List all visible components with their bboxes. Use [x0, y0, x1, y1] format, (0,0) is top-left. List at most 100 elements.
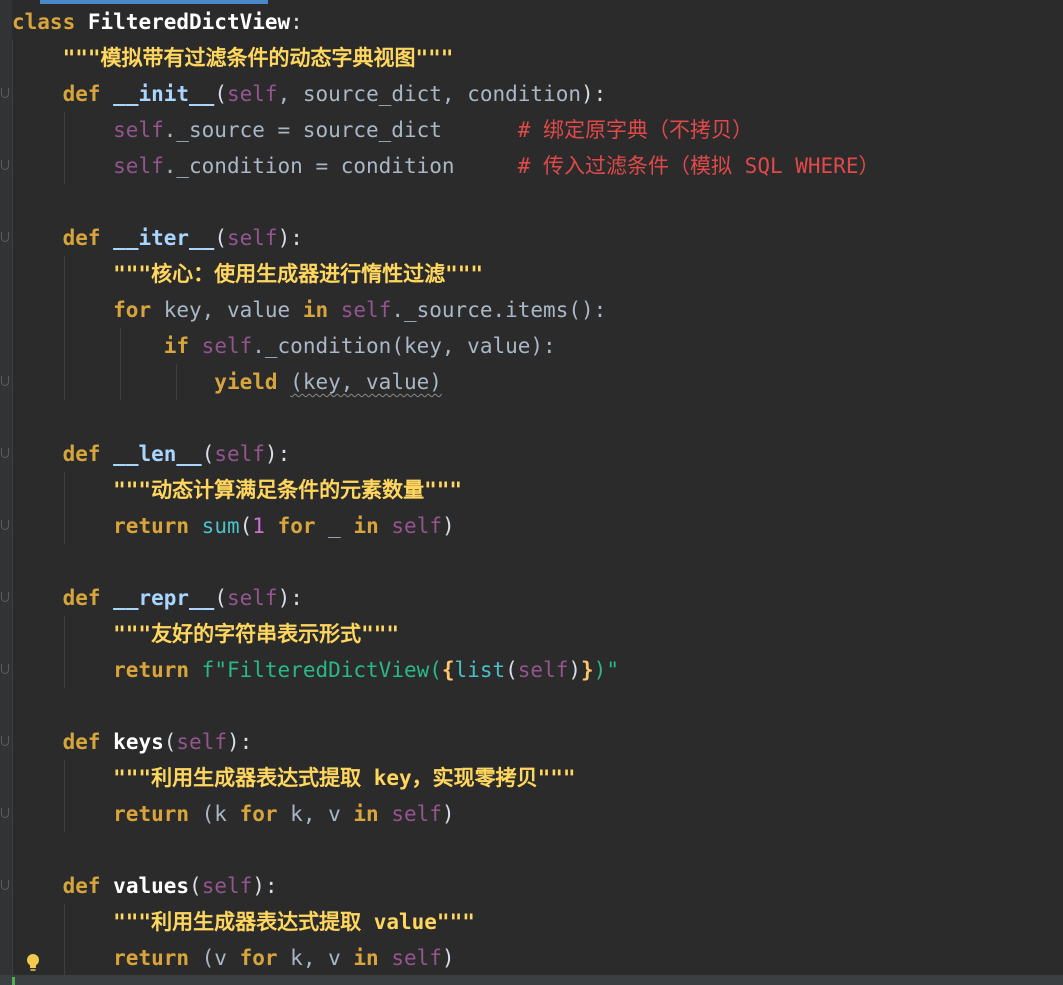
code-line-blank[interactable]	[12, 688, 1063, 724]
fold-icon[interactable]	[1, 736, 9, 746]
punctuation: :	[290, 10, 303, 34]
status-bar	[0, 975, 1063, 985]
expression: (v	[189, 946, 240, 970]
fold-icon[interactable]	[1, 232, 9, 242]
self-ref: self	[340, 298, 392, 322]
fold-icon[interactable]	[1, 520, 9, 530]
code-line[interactable]: return f"FilteredDictView({list(self)})"	[12, 652, 1063, 688]
docstring: """模拟带有过滤条件的动态字典视图"""	[12, 46, 454, 70]
code-line[interactable]: return (v for k, v in self)	[12, 940, 1063, 976]
punctuation: )	[441, 514, 455, 538]
code-line[interactable]: for key, value in self._source.items():	[12, 292, 1063, 328]
code-line[interactable]: def __repr__(self):	[12, 580, 1063, 616]
punctuation: (	[163, 730, 177, 754]
keyword-def: def	[62, 82, 101, 106]
keyword-in: in	[353, 946, 379, 970]
code-line[interactable]: yield (key, value)	[12, 364, 1063, 400]
code-line[interactable]: self._source = source_dict # 绑定原字典（不拷贝）	[12, 112, 1063, 148]
self-param: self	[176, 730, 227, 754]
punctuation: (	[214, 226, 227, 250]
code-line[interactable]: """动态计算满足条件的元素数量"""	[12, 472, 1063, 508]
comment: # 传入过滤条件（模拟 SQL WHERE）	[517, 154, 880, 178]
params: , source_dict, condition	[277, 82, 581, 106]
code-line[interactable]: def __iter__(self):	[12, 220, 1063, 256]
code-editor[interactable]: class FilteredDictView: """模拟带有过滤条件的动态字典…	[0, 0, 1063, 985]
keyword-return: return	[113, 946, 190, 970]
fold-icon[interactable]	[1, 664, 9, 674]
warning-squiggle-expression[interactable]: (key, value)	[290, 370, 442, 394]
fold-icon[interactable]	[1, 448, 9, 458]
code-line[interactable]: class FilteredDictView:	[12, 4, 1063, 40]
code-line-blank[interactable]	[12, 544, 1063, 580]
docstring: """利用生成器表达式提取 key，实现零拷贝"""	[12, 766, 576, 790]
code-line[interactable]: """利用生成器表达式提取 value"""	[12, 904, 1063, 940]
change-marker	[12, 977, 15, 985]
code-area[interactable]: class FilteredDictView: """模拟带有过滤条件的动态字典…	[12, 4, 1063, 976]
code-line[interactable]: def __init__(self, source_dict, conditio…	[12, 76, 1063, 112]
keyword-def: def	[62, 226, 101, 250]
code-line[interactable]: """核心：使用生成器进行惰性过滤"""	[12, 256, 1063, 292]
lightbulb-icon[interactable]	[26, 953, 40, 973]
method-name: __len__	[113, 442, 202, 466]
code-line[interactable]: def values(self):	[12, 868, 1063, 904]
fold-icon[interactable]	[1, 592, 9, 602]
fold-icon[interactable]	[1, 808, 9, 818]
fstring-brace: {	[441, 658, 455, 682]
code-line[interactable]: def __len__(self):	[12, 436, 1063, 472]
fold-icon[interactable]	[1, 160, 9, 170]
code-line[interactable]: if self._condition(key, value):	[12, 328, 1063, 364]
punctuation: )	[568, 658, 582, 682]
docstring: """利用生成器表达式提取 value"""	[12, 910, 475, 934]
keyword-in: in	[302, 298, 329, 322]
self-ref: self	[113, 154, 164, 178]
loop-vars: k, v	[277, 946, 354, 970]
docstring: """友好的字符串表示形式"""	[12, 622, 400, 646]
fold-icon[interactable]	[1, 880, 9, 890]
punctuation: )	[441, 946, 455, 970]
keyword-def: def	[62, 586, 101, 610]
keyword-for: for	[239, 802, 278, 826]
code-line[interactable]: """友好的字符串表示形式"""	[12, 616, 1063, 652]
code-line[interactable]: """模拟带有过滤条件的动态字典视图"""	[12, 40, 1063, 76]
code-line[interactable]: def keys(self):	[12, 724, 1063, 760]
expression: (k	[189, 802, 240, 826]
keyword-class: class	[12, 10, 76, 34]
fstring-literal: f"FilteredDictView(	[201, 658, 442, 682]
self-ref: self	[113, 118, 164, 142]
comment: # 绑定原字典（不拷贝）	[517, 118, 754, 142]
code-line-blank[interactable]	[12, 184, 1063, 220]
fold-icon[interactable]	[1, 376, 9, 386]
keyword-return: return	[113, 658, 190, 682]
punctuation: ):	[277, 226, 303, 250]
punctuation: )	[441, 802, 455, 826]
code-line-blank[interactable]	[12, 832, 1063, 868]
code-line[interactable]: self._condition = condition # 传入过滤条件（模拟 …	[12, 148, 1063, 184]
loop-vars: key, value	[151, 298, 303, 322]
self-param: self	[214, 442, 265, 466]
code-line-blank[interactable]	[12, 400, 1063, 436]
fold-icon[interactable]	[1, 88, 9, 98]
code-line[interactable]: return (k for k, v in self)	[12, 796, 1063, 832]
code-line[interactable]: """利用生成器表达式提取 key，实现零拷贝"""	[12, 760, 1063, 796]
code-line[interactable]: return sum(1 for _ in self)	[12, 508, 1063, 544]
builtin-sum: sum	[201, 514, 240, 538]
statement: ._source = source_dict	[163, 118, 518, 142]
self-ref: self	[517, 658, 569, 682]
